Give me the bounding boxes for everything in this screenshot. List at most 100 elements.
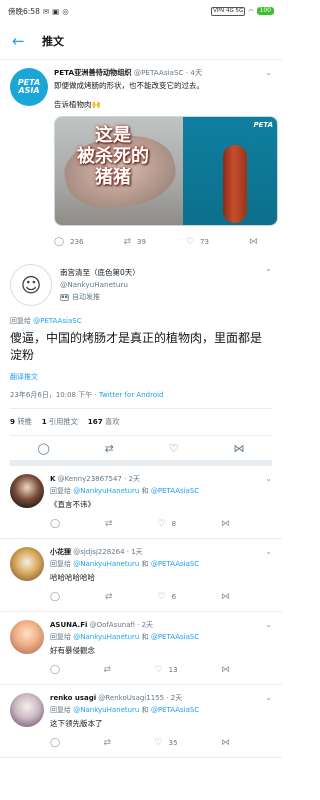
like-button[interactable]: ♡ 13 xyxy=(155,665,178,675)
replying-prefix: 回复给 xyxy=(50,487,74,495)
status-right: VPN 4G 5G ◠ 100 xyxy=(211,6,274,16)
status-left: 傍晚6:58 ✉ ▣ ◎ xyxy=(8,6,69,17)
replying-and: 和 xyxy=(139,706,151,714)
like-button[interactable]: ♡ 35 xyxy=(155,738,178,748)
tweet-time: · 2天 xyxy=(124,475,141,483)
tweet-caption: 告诉植物肉🙌 xyxy=(54,100,101,109)
tweet-actions: ◯ ⇄ ♡ 13 ⋈ xyxy=(50,662,230,678)
tweet-text: 好有暴侵觀念 xyxy=(50,646,95,655)
reply-list: K @Kenny23867547 · 2天 回复给 @NankyuHanetur… xyxy=(0,466,282,758)
tweet-text: 这下领先版本了 xyxy=(50,719,103,728)
retweets-count: 9 xyxy=(10,417,16,426)
replying-to-link[interactable]: @NankyuHaneturu xyxy=(73,706,139,714)
tweet-meta: PETA亚洲善待动物组织 @PETAAsiaSC · 4天 xyxy=(54,68,272,78)
replying-and: 和 xyxy=(139,560,151,568)
like-button[interactable]: ♡ 6 xyxy=(158,592,177,602)
replying-to-link[interactable]: @NankyuHaneturu xyxy=(73,487,139,495)
back-arrow-icon[interactable]: ← xyxy=(12,32,42,50)
retweet-icon[interactable]: ⇄ xyxy=(105,592,113,602)
source-link[interactable]: Twitter for Android xyxy=(99,391,164,399)
reply-icon[interactable]: ◯ xyxy=(50,738,60,748)
tweet-actions: ◯ ⇄ ♡ 8 ⋈ xyxy=(50,516,230,532)
share-icon[interactable]: ⋈ xyxy=(221,519,230,529)
author-name[interactable]: renko usagi xyxy=(50,694,96,702)
replying-to-link[interactable]: @PETAAsiaSC xyxy=(151,633,199,641)
replying-prefix: 回复给 xyxy=(50,560,74,568)
reply-tweet[interactable]: 小花狸 @sjdjsj228264 · 1天 回复给 @NankyuHanetu… xyxy=(0,539,282,612)
like-button[interactable]: ♡ 8 xyxy=(158,519,177,529)
peta-watermark: PETA xyxy=(253,121,273,129)
reply-button[interactable]: ◯ 236 xyxy=(54,237,83,247)
retweet-button[interactable]: ⇄ 39 xyxy=(123,237,145,247)
retweet-icon[interactable]: ⇄ xyxy=(105,519,113,529)
author-name[interactable]: 南宫清至（底色第0天） xyxy=(60,267,272,278)
reply-count: 236 xyxy=(70,238,84,246)
replying-to-link[interactable]: @PETAAsiaSC xyxy=(151,487,199,495)
avatar[interactable]: PETA ASIA xyxy=(10,68,48,106)
parent-tweet[interactable]: PETA ASIA PETA亚洲善待动物组织 @PETAAsiaSC · 4天 … xyxy=(0,60,282,250)
tweet-meta: K @Kenny23867547 · 2天 xyxy=(50,474,272,484)
reply-icon[interactable]: ◯ xyxy=(50,665,60,675)
tweet-image[interactable]: 这是 被杀死的 猪猪 PETA xyxy=(54,116,278,226)
chevron-down-icon[interactable]: ⌄ xyxy=(265,68,272,77)
chevron-down-icon[interactable]: ⌄ xyxy=(265,620,272,629)
alarm-icon: ◎ xyxy=(62,6,69,16)
avatar[interactable] xyxy=(10,474,44,508)
reply-icon[interactable]: ◯ xyxy=(37,442,49,455)
avatar[interactable] xyxy=(10,547,44,581)
replying-to: 回复给 @PETAAsiaSC xyxy=(10,316,272,326)
replying-to-link[interactable]: @PETAAsiaSC xyxy=(33,317,81,325)
chevron-down-icon[interactable]: ⌄ xyxy=(265,693,272,702)
replying-to-link[interactable]: @NankyuHaneturu xyxy=(73,633,139,641)
tweet-text: 哈哈哈哈哈哈 xyxy=(50,573,95,582)
replying-to-link[interactable]: @PETAAsiaSC xyxy=(151,560,199,568)
tweet-meta: ASUNA.Fi @OofAsunafi · 2天 xyxy=(50,620,272,630)
retweet-icon[interactable]: ⇄ xyxy=(104,665,112,675)
replying-to-link[interactable]: @NankyuHaneturu xyxy=(73,560,139,568)
image-overlay-text: 这是 被杀死的 猪猪 xyxy=(77,125,149,188)
translate-link[interactable]: 翻译推文 xyxy=(10,372,272,382)
tweet-actions: ◯ 236 ⇄ 39 ♡ 73 ⋈ xyxy=(54,234,258,250)
author-name[interactable]: K xyxy=(50,475,55,483)
share-icon[interactable]: ⋈ xyxy=(234,442,245,455)
share-icon[interactable]: ⋈ xyxy=(221,738,230,748)
retweet-icon[interactable]: ⇄ xyxy=(105,442,114,455)
author-name[interactable]: 小花狸 xyxy=(50,548,71,556)
reply-tweet[interactable]: ASUNA.Fi @OofAsunafi · 2天 回复给 @NankyuHan… xyxy=(0,612,282,685)
retweets-stat[interactable]: 9 转推 xyxy=(10,417,32,427)
chevron-down-icon[interactable]: ⌄ xyxy=(265,547,272,556)
reply-tweet[interactable]: K @Kenny23867547 · 2天 回复给 @NankyuHanetur… xyxy=(0,466,282,539)
share-icon[interactable]: ⋈ xyxy=(221,592,230,602)
chevron-down-icon[interactable]: ⌄ xyxy=(265,474,272,483)
author-handle: @NankyuHaneturu xyxy=(60,280,128,289)
author-name[interactable]: PETA亚洲善待动物组织 xyxy=(54,68,132,77)
tweet-time: · 2天 xyxy=(166,694,183,702)
avatar[interactable]: ☺ xyxy=(10,264,52,306)
chevron-down-icon[interactable]: ⌄ xyxy=(265,264,272,273)
heart-icon: ♡ xyxy=(185,237,195,247)
quotes-stat[interactable]: 1 引用推文 xyxy=(42,417,78,427)
reply-icon[interactable]: ◯ xyxy=(50,519,60,529)
sausage xyxy=(223,145,247,223)
retweet-icon[interactable]: ⇄ xyxy=(104,738,112,748)
author-handle: @sjdjsj228264 xyxy=(73,548,125,556)
author-name[interactable]: ASUNA.Fi xyxy=(50,621,87,629)
reply-tweet[interactable]: renko usagi @RenkoUsagi1155 · 2天 回复给 @Na… xyxy=(0,685,282,758)
heart-icon: ♡ xyxy=(154,665,163,675)
replying-to-link[interactable]: @PETAAsiaSC xyxy=(151,706,199,714)
reply-icon[interactable]: ◯ xyxy=(50,592,60,602)
like-button[interactable]: ♡ 73 xyxy=(186,237,209,247)
replying-to: 回复给 @NankyuHaneturu 和 @PETAAsiaSC xyxy=(50,559,272,569)
tweet-text: 即便做成烤肠的形状，也不能改变它的过去。 xyxy=(54,81,204,90)
like-count: 35 xyxy=(168,739,178,747)
quotes-label: 引用推文 xyxy=(49,417,78,426)
share-icon[interactable]: ⋈ xyxy=(221,665,230,675)
avatar[interactable] xyxy=(10,620,44,654)
likes-label: 喜欢 xyxy=(105,417,120,426)
heart-icon[interactable]: ♡ xyxy=(169,442,179,455)
author-handle: @RenkoUsagi1155 xyxy=(98,694,165,702)
avatar[interactable] xyxy=(10,693,44,727)
heart-icon: ♡ xyxy=(157,592,166,602)
share-icon[interactable]: ⋈ xyxy=(249,237,258,247)
likes-stat[interactable]: 167 喜欢 xyxy=(88,417,120,427)
